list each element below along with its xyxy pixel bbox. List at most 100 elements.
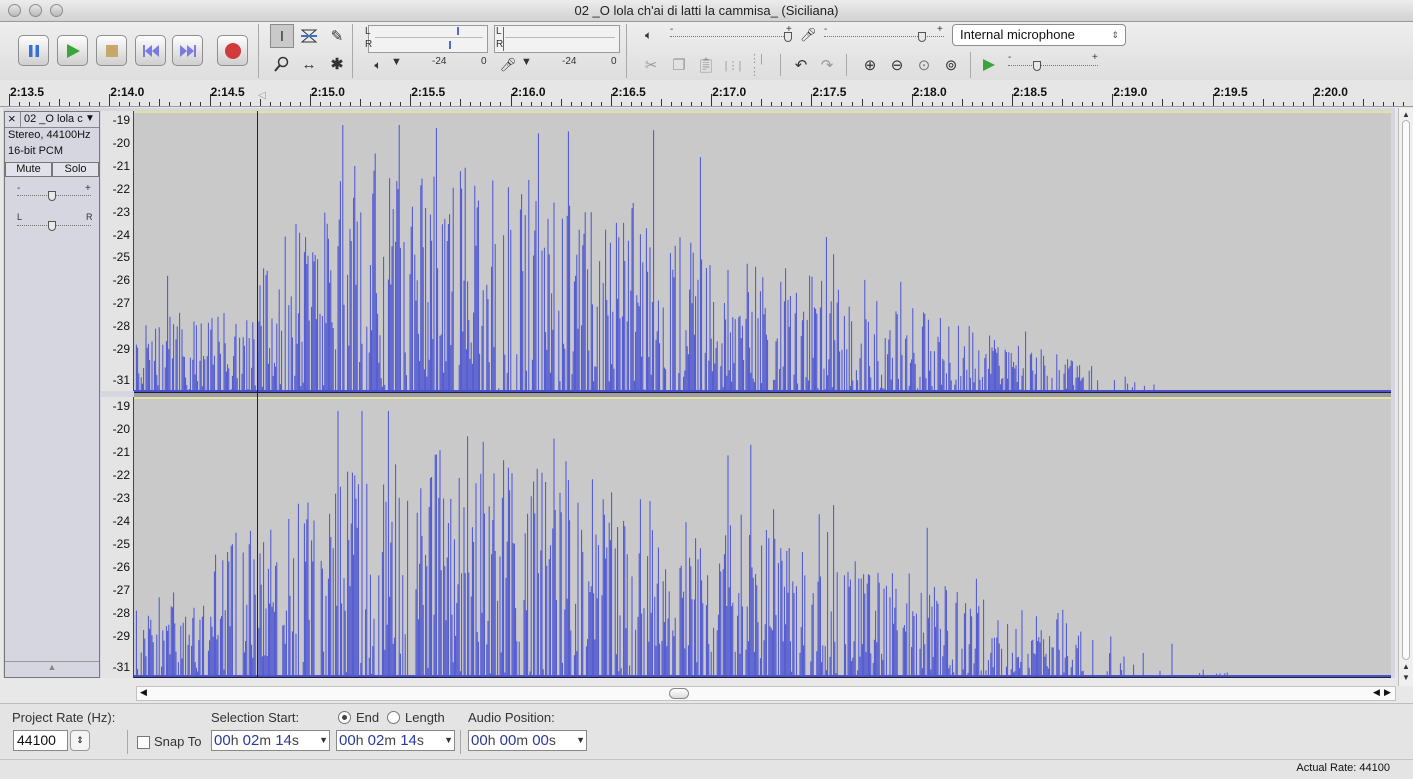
scroll-down-arrow[interactable]: ▼	[1402, 673, 1410, 682]
output-volume-thumb[interactable]	[784, 32, 792, 42]
selection-tool-button[interactable]: I	[270, 24, 294, 48]
pause-icon	[28, 44, 39, 57]
pan-right-label: R	[86, 212, 93, 222]
dropdown-arrow-icon[interactable]: ▼	[576, 731, 585, 750]
play-icon	[983, 59, 995, 71]
track-gain-thumb[interactable]	[48, 191, 56, 201]
track-close-button[interactable]: ×	[8, 111, 16, 126]
track-collapse-button[interactable]: ▲	[5, 661, 99, 678]
project-rate-input[interactable]: 44100	[13, 730, 68, 751]
vertical-scrollbar[interactable]: ▲ ▲ ▼	[1398, 108, 1413, 686]
length-radio[interactable]	[387, 711, 400, 724]
playback-speed-thumb[interactable]	[1033, 61, 1041, 71]
zoom-window-button[interactable]	[50, 4, 63, 17]
play-at-speed-button[interactable]	[977, 53, 1001, 77]
stop-button[interactable]	[96, 35, 127, 66]
draw-tool-button[interactable]: ✎	[325, 24, 349, 48]
record-button[interactable]	[217, 35, 248, 66]
db-scale-label: -31	[112, 660, 130, 674]
pencil-icon: ✎	[330, 28, 344, 45]
dropdown-arrow-icon[interactable]: ▼	[319, 731, 328, 750]
skip-to-start-button[interactable]	[135, 35, 166, 66]
zoom-in-button[interactable]: ⊕	[858, 53, 882, 77]
seconds-unit: s	[548, 732, 556, 748]
seconds-unit: s	[291, 732, 299, 748]
waveform-right-channel[interactable]	[134, 397, 1391, 678]
redo-button[interactable]: ↷	[815, 53, 839, 77]
track-format-info: Stereo, 44100Hz	[8, 129, 91, 141]
fit-selection-icon: ⊙	[917, 57, 931, 74]
end-radio[interactable]	[338, 711, 351, 724]
input-volume-thumb[interactable]	[918, 32, 926, 42]
toolbar-separator	[460, 730, 461, 754]
input-volume-slider[interactable]	[824, 36, 944, 38]
db-scale-label: -21	[112, 445, 130, 459]
zoom-out-icon: ⊖	[890, 57, 904, 74]
track-name-menu[interactable]: 02 _O lola c	[24, 113, 83, 125]
selection-start-time[interactable]: 00h 02m 14s ▼	[211, 730, 330, 751]
selection-end-time[interactable]: 00h 02m 14s ▼	[336, 730, 455, 751]
hours-unit: h	[230, 732, 239, 748]
dropdown-arrow-icon: ▼	[391, 56, 402, 68]
waveform-left-channel[interactable]	[134, 111, 1391, 393]
dropdown-arrow-icon[interactable]: ▼	[444, 731, 453, 750]
playback-speed-slider[interactable]	[1008, 65, 1098, 67]
minimize-window-button[interactable]	[29, 4, 42, 17]
fit-project-button[interactable]: ⊚	[939, 53, 963, 77]
skip-to-end-button[interactable]	[172, 35, 203, 66]
timeline-label: 2:17.0	[712, 85, 747, 99]
multi-tool-button[interactable]: ✱	[325, 52, 349, 76]
scroll-left-arrow[interactable]: ◀	[140, 687, 147, 698]
trim-button[interactable]: |⋮|	[721, 53, 745, 77]
mute-label: Mute	[16, 163, 41, 175]
stepper-arrows-icon: ⇕	[76, 735, 84, 745]
paste-button[interactable]: 📋︎	[694, 53, 718, 77]
undo-button[interactable]: ↶	[789, 53, 813, 77]
scroll-left-arrow[interactable]: ◀	[1373, 687, 1380, 698]
db-scale-label: -26	[112, 560, 130, 574]
horizontal-scroll-thumb[interactable]	[669, 688, 689, 699]
vertical-scroll-thumb[interactable]	[1402, 120, 1410, 660]
input-device-select[interactable]: Internal microphone ⇕	[952, 24, 1126, 46]
timeline-ruler[interactable]: 2:13.5 2:14.0 2:14.5 2:15.0 2:15.5 2:16.0 2:16…	[0, 80, 1413, 107]
slider-max-label: +	[937, 24, 943, 35]
toolbar: I ✎ ↔ ✱ L R L R 🔈︎ ▼ -24 0 🎤︎ ▼ -24 0 🔈︎…	[0, 22, 1413, 81]
pause-button[interactable]	[18, 35, 49, 66]
vertical-ruler-left-channel: -19 -20 -21 -22 -23 -24 -25 -26 -27 -28 -29 -31	[101, 111, 134, 391]
slider-min-label: -	[824, 24, 828, 35]
snap-to-checkbox[interactable]	[137, 736, 150, 749]
project-rate-stepper[interactable]: ⇕	[70, 730, 90, 751]
skip-start-icon	[142, 44, 159, 57]
silence-button[interactable]: ⋮|⋮	[748, 53, 772, 78]
recording-meter[interactable]: L R	[494, 25, 620, 53]
seconds-value: 00	[532, 732, 549, 749]
scroll-up-arrow[interactable]: ▲	[1402, 662, 1410, 671]
solo-button[interactable]: Solo	[52, 162, 99, 177]
output-volume-slider[interactable]	[670, 36, 792, 38]
hours-value: 00	[214, 732, 231, 749]
play-button[interactable]	[57, 35, 88, 66]
playback-meter[interactable]: L R	[365, 25, 488, 53]
recording-meter-menu[interactable]: 🎤︎	[496, 53, 520, 77]
zoom-tool-button[interactable]	[270, 52, 294, 76]
silence-icon: ⋮|⋮	[749, 53, 763, 78]
db-scale-label: -29	[112, 629, 130, 643]
close-window-button[interactable]	[8, 4, 21, 17]
scroll-up-arrow[interactable]: ▲	[1402, 110, 1410, 119]
copy-button[interactable]: ❐	[667, 53, 691, 77]
zoom-out-button[interactable]: ⊖	[885, 53, 909, 77]
mute-button[interactable]: Mute	[5, 162, 52, 177]
horizontal-scrollbar[interactable]: ◀ ◀ ▶	[136, 686, 1396, 701]
dropdown-arrow-icon[interactable]: ▼	[85, 113, 95, 124]
envelope-tool-button[interactable]	[297, 24, 321, 48]
time-shift-tool-button[interactable]: ↔	[297, 52, 321, 76]
track-pan-thumb[interactable]	[48, 221, 56, 231]
scroll-right-arrow[interactable]: ▶	[1384, 687, 1391, 698]
playback-meter-menu[interactable]: 🔈︎	[366, 53, 390, 77]
fit-selection-button[interactable]: ⊙	[912, 53, 936, 77]
dropdown-arrow-icon: ▼	[521, 56, 532, 68]
audio-position-time[interactable]: 00h 00m 00s ▼	[468, 730, 587, 751]
slider-max-label: +	[1092, 52, 1098, 63]
db-scale-label: -25	[112, 537, 130, 551]
cut-button[interactable]: ✂	[639, 53, 663, 77]
